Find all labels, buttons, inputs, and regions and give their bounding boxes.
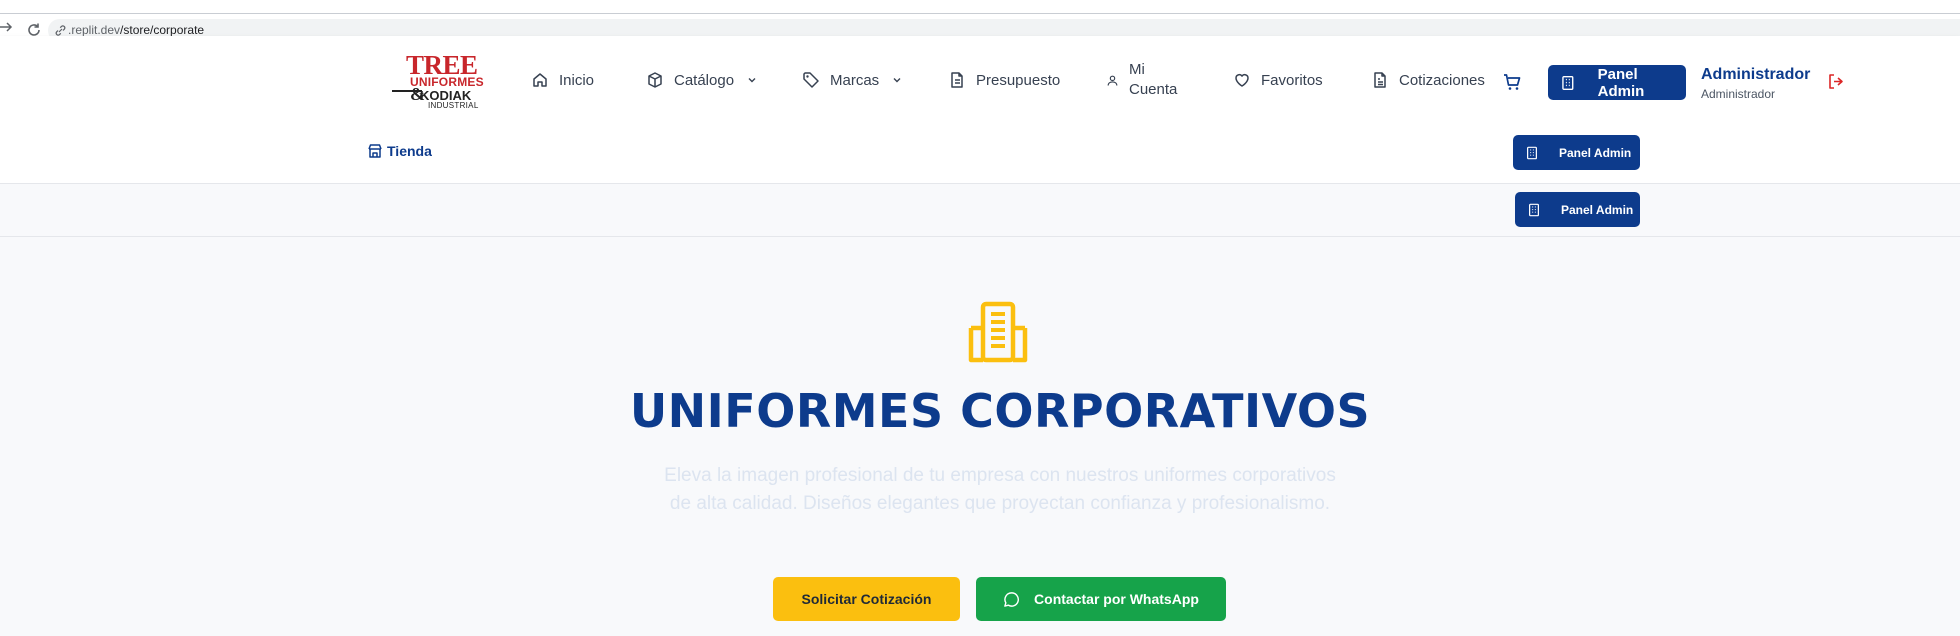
nav-inicio[interactable]: Inicio [531,36,594,124]
nav-presupuesto-label: Presupuesto [976,71,1061,89]
nav-cotizaciones-label: Cotizaciones [1399,71,1485,89]
panel-admin-button-secondary[interactable]: Panel Admin [1513,135,1640,170]
request-quote-button[interactable]: Solicitar Cotización [773,577,960,621]
panel-admin-label: Panel Admin [1561,202,1634,217]
user-role: Administrador [1701,87,1776,101]
store-icon [368,144,382,158]
document-icon [951,72,963,88]
store-subbar: Tienda Panel Admin [0,124,1960,184]
nav-marcas[interactable]: Marcas [802,36,903,124]
nav-inicio-label: Inicio [559,71,595,89]
user-icon [1107,75,1118,86]
hero-description: Eleva la imagen profesional de tu empres… [664,465,1336,514]
url-domain: .replit.dev [68,23,121,37]
browser-divider [0,13,1960,14]
file-text-icon [1374,72,1386,88]
nav-mi-cuenta-line1: Mi [1129,61,1145,78]
hero-title: UNIFORMES CORPORATIVOS [629,384,1371,438]
tag-icon [803,72,819,88]
building-icon [1529,203,1539,216]
nav-mi-cuenta-label: Mi Cuenta [1129,60,1177,100]
request-quote-label: Solicitar Cotización [801,591,932,607]
nav-mi-cuenta[interactable]: Mi Cuenta [1106,36,1177,124]
brand-logo[interactable]: TREE UNIFORMES & KODIAK INDUSTRIAL [392,52,488,114]
browser-toolbar: .replit.dev/store/corporate [0,0,1960,42]
panel-admin-label: Panel Admin [1559,145,1632,160]
back-arrow-icon[interactable] [0,20,14,34]
url-path: /store/corporate [120,23,205,37]
nav-favoritos-label: Favoritos [1261,71,1323,89]
panel-admin-button[interactable]: Panel Admin [1548,65,1686,100]
nav-marcas-label: Marcas [830,71,880,89]
nav-mi-cuenta-line2: Cuenta [1129,81,1178,98]
chevron-down-icon [748,78,756,83]
whatsapp-icon [1004,591,1020,607]
building-icon [968,301,1028,363]
logo-industrial: INDUSTRIAL [428,101,479,110]
whatsapp-label: Contactar por WhatsApp [1034,591,1199,607]
chevron-down-icon [893,78,901,83]
cart-icon[interactable] [1502,72,1522,92]
heart-icon [1235,73,1249,87]
panel-admin-button-tertiary[interactable]: Panel Admin [1515,192,1640,227]
nav-favoritos[interactable]: Favoritos [1233,36,1323,124]
admin-bar: Panel Admin [0,184,1960,237]
site-header: TREE UNIFORMES & KODIAK INDUSTRIAL Inici… [0,36,1960,124]
building-icon [1562,75,1574,90]
tienda-link[interactable]: Tienda [367,143,432,159]
url-text: .replit.dev/store/corporate [68,23,204,37]
logout-icon[interactable] [1827,73,1844,90]
nav-catalogo[interactable]: Catálogo [646,36,758,124]
box-icon [648,72,662,88]
nav-catalogo-label: Catálogo [674,71,735,89]
tienda-label: Tienda [387,143,432,159]
nav-presupuesto[interactable]: Presupuesto [948,36,1060,124]
nav-cotizaciones[interactable]: Cotizaciones [1371,36,1485,124]
user-name[interactable]: Administrador [1701,66,1810,84]
whatsapp-button[interactable]: Contactar por WhatsApp [976,577,1226,621]
home-icon [533,73,547,87]
building-icon [1527,146,1537,159]
panel-admin-label: Panel Admin [1597,65,1645,100]
